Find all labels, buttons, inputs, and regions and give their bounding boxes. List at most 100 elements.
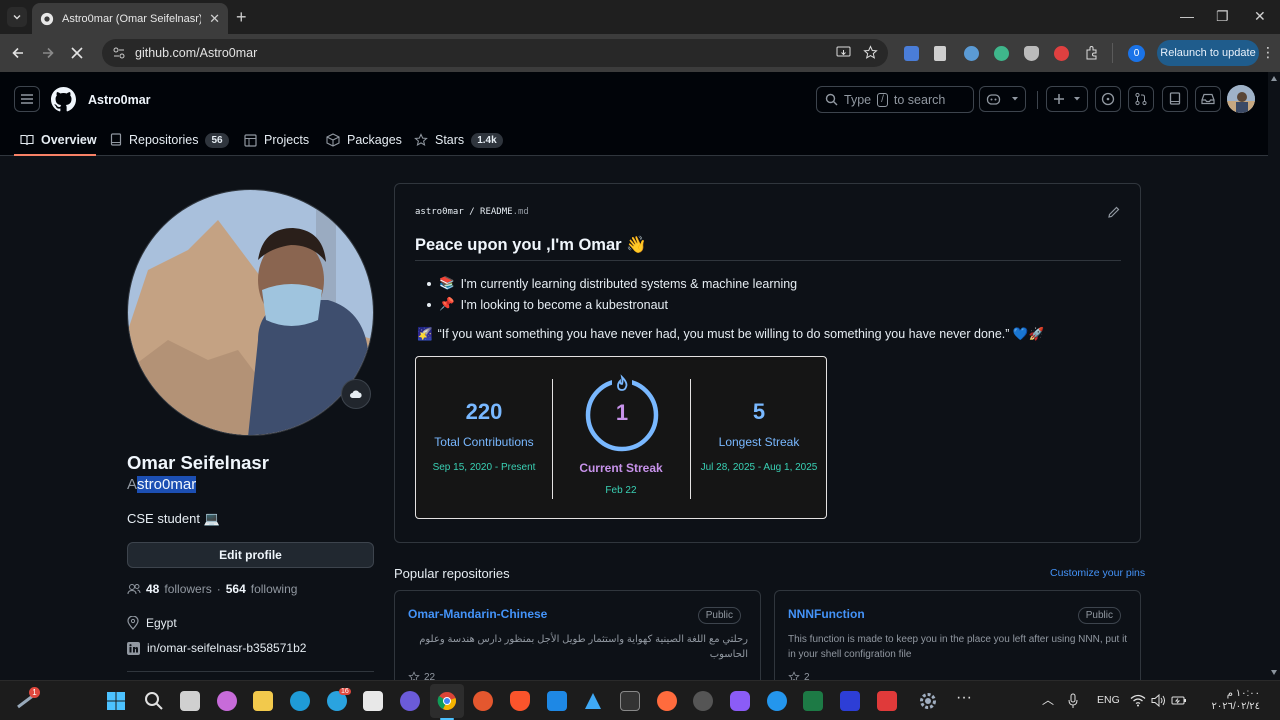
search-prefix: Type (844, 92, 872, 107)
site-settings-icon[interactable] (112, 46, 126, 60)
tab-overview[interactable]: Overview (20, 124, 97, 156)
header-username[interactable]: Astro0mar (88, 93, 151, 107)
windows-start-icon[interactable] (106, 691, 126, 711)
vscode-icon[interactable] (547, 691, 567, 711)
microphone-icon[interactable] (1068, 693, 1078, 709)
translate-extension-icon[interactable] (904, 46, 919, 61)
settings-gear-icon[interactable] (918, 691, 938, 711)
set-status-button[interactable] (341, 379, 371, 409)
edit-profile-button[interactable]: Edit profile (127, 542, 374, 568)
wallet-extension-icon[interactable] (994, 46, 1009, 61)
pull-requests-button[interactable] (1128, 86, 1154, 112)
pencil-icon[interactable] (1107, 205, 1121, 219)
forward-arrow-icon[interactable] (41, 46, 55, 60)
page-scrollbar[interactable] (1268, 72, 1280, 680)
readme-crumb-user[interactable]: astro0mar (415, 207, 464, 217)
copilot-button[interactable] (979, 86, 1026, 112)
tab-repositories[interactable]: Repositories 56 (110, 124, 229, 156)
volume-icon[interactable] (1151, 694, 1166, 707)
followers-label[interactable]: followers (164, 582, 211, 596)
bookmark-star-icon[interactable] (863, 45, 878, 60)
search-input[interactable]: Type / to search (816, 86, 974, 113)
follow-separator: · (216, 582, 221, 596)
brave-browser-icon[interactable] (510, 691, 530, 711)
menu-button[interactable] (14, 86, 40, 112)
follow-stats: 48 followers · 564 following (127, 582, 297, 596)
tab-packages[interactable]: Packages (326, 124, 402, 156)
language-indicator[interactable]: ENG (1097, 694, 1120, 706)
user-avatar[interactable] (1227, 85, 1255, 113)
task-view-icon[interactable] (180, 691, 200, 711)
terminal-icon[interactable] (620, 691, 640, 711)
location-text: Egypt (146, 616, 177, 630)
repo-name-link[interactable]: Omar-Mandarin-Chinese (408, 607, 547, 621)
tab-stars[interactable]: Stars 1.4k (414, 124, 503, 156)
profile-avatar[interactable] (127, 189, 374, 436)
battery-icon[interactable] (1171, 694, 1187, 707)
readme-crumb-file[interactable]: README (480, 207, 513, 217)
store-icon[interactable] (363, 691, 383, 711)
customize-pins-link[interactable]: Customize your pins (1050, 567, 1145, 579)
create-new-button[interactable] (1046, 86, 1088, 112)
loading-spinner-icon[interactable] (69, 45, 85, 61)
extensions-puzzle-icon[interactable] (1084, 45, 1100, 61)
more-apps-icon[interactable]: ··· (956, 689, 972, 707)
close-window-button[interactable]: ✕ (1254, 8, 1266, 25)
repositories-button[interactable] (1162, 86, 1188, 112)
github-streak-card[interactable]: 220 Total Contributions Sep 15, 2020 - P… (415, 356, 827, 519)
wifi-icon[interactable] (1130, 694, 1146, 707)
edge-browser-icon[interactable] (290, 691, 310, 711)
bug-app-icon[interactable] (400, 691, 420, 711)
app-icon[interactable] (730, 691, 750, 711)
document-extension-icon[interactable] (934, 46, 946, 61)
minimize-button[interactable]: — (1180, 8, 1194, 24)
new-tab-button[interactable]: + (236, 8, 247, 26)
copilot-app-icon[interactable] (217, 691, 237, 711)
current-streak-label: Current Streak (579, 461, 663, 475)
issues-button[interactable] (1095, 86, 1121, 112)
followers-count[interactable]: 48 (146, 582, 159, 596)
scroll-up-arrow-icon[interactable] (1271, 76, 1277, 81)
tab-projects[interactable]: Projects (244, 124, 309, 156)
app-icon[interactable] (473, 691, 493, 711)
readme-breadcrumb: astro0mar / README.md (415, 207, 529, 217)
close-tab-icon[interactable]: ✕ (209, 11, 220, 27)
maximize-button[interactable]: ❐ (1216, 8, 1229, 25)
tray-expand-icon[interactable]: ︿ (1042, 691, 1054, 708)
clock[interactable]: ١٠:٠٠ م ٢٠٢٦/٠٢/٢٤ (1196, 687, 1260, 713)
following-count[interactable]: 564 (226, 582, 246, 596)
browser-tab-active[interactable]: Astro0mar (Omar Seifelnasr) ✕ (32, 3, 228, 34)
globe-extension-icon[interactable] (964, 46, 979, 61)
linkedin-text[interactable]: in/omar-seifelnasr-b358571b2 (147, 641, 306, 655)
address-bar[interactable]: github.com/Astro0mar (102, 39, 888, 67)
scroll-down-arrow-icon[interactable] (1271, 670, 1277, 675)
pokeball-extension-icon[interactable] (1054, 46, 1069, 61)
repo-visibility-badge: Public (697, 607, 741, 624)
zotero-icon[interactable] (877, 691, 897, 711)
app-icon[interactable] (840, 691, 860, 711)
inbox-icon (1201, 93, 1215, 105)
profile-linkedin[interactable]: in/omar-seifelnasr-b358571b2 (127, 641, 306, 655)
chrome-icon[interactable] (437, 691, 457, 711)
back-arrow-icon[interactable] (11, 46, 25, 60)
install-app-icon[interactable] (836, 46, 851, 60)
browser-menu-icon[interactable]: ⋮ (1261, 44, 1275, 61)
app-icon[interactable] (693, 691, 713, 711)
app-icon[interactable] (657, 691, 677, 711)
following-label[interactable]: following (251, 582, 298, 596)
shield-extension-icon[interactable] (1024, 46, 1039, 61)
excel-icon[interactable] (803, 691, 823, 711)
book-icon (20, 134, 34, 146)
relaunch-button[interactable]: Relaunch to update (1157, 40, 1259, 66)
tab-search-button[interactable] (7, 7, 27, 27)
repo-icon (1169, 92, 1181, 105)
repo-name-link[interactable]: NNNFunction (788, 607, 865, 621)
search-icon[interactable] (144, 691, 164, 711)
chevron-down-icon (1012, 97, 1018, 101)
docker-icon[interactable] (767, 691, 787, 711)
github-logo-icon[interactable] (51, 87, 76, 112)
arch-app-icon[interactable] (583, 691, 603, 711)
file-explorer-icon[interactable] (253, 691, 273, 711)
notifications-button[interactable] (1195, 86, 1221, 112)
profile-avatar-badge[interactable]: 0 (1128, 45, 1145, 62)
